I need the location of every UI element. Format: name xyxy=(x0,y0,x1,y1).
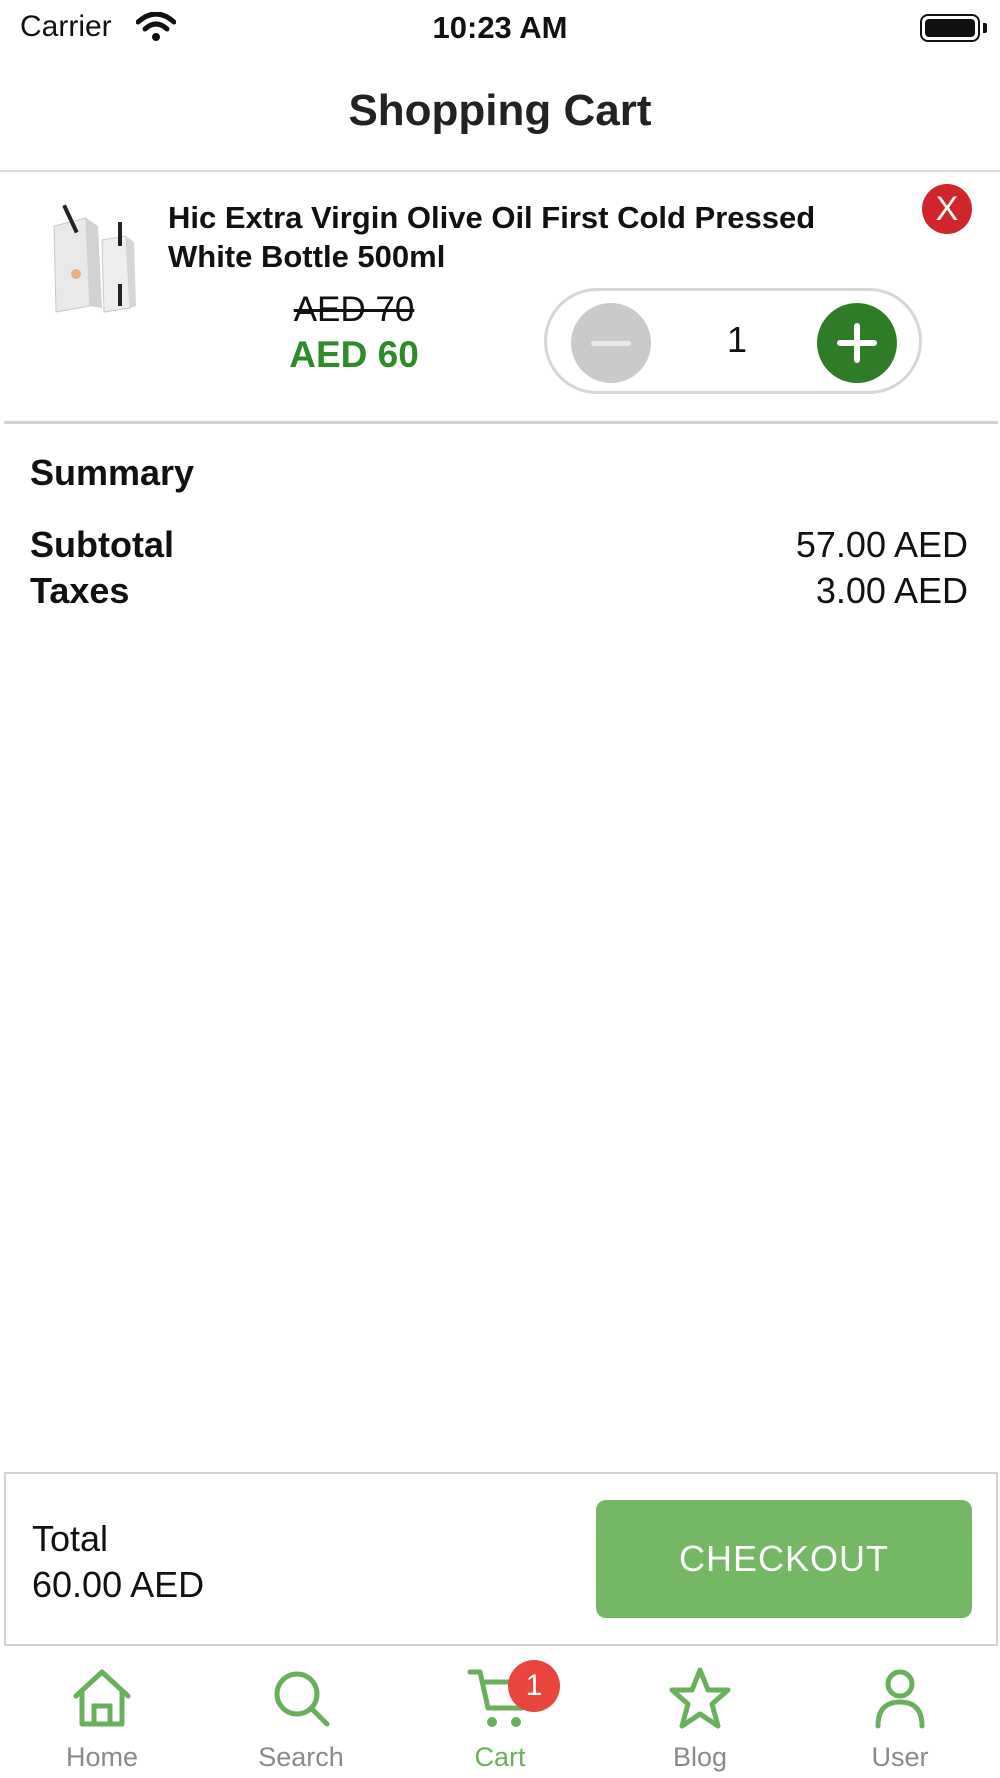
search-icon xyxy=(274,1671,330,1727)
tab-bar: Home Search Cart Blog User 1 xyxy=(0,1648,1000,1778)
tab-home-label: Home xyxy=(65,1742,139,1772)
summary-title: Summary xyxy=(30,452,195,493)
tab-blog[interactable]: Blog xyxy=(600,1648,800,1778)
tab-search-label: Search xyxy=(258,1742,344,1772)
product-image xyxy=(53,204,136,313)
tab-cart-label: Cart xyxy=(474,1742,526,1772)
decrease-quantity-button[interactable] xyxy=(571,303,651,383)
sale-price: AED 60 xyxy=(289,334,419,375)
cart-count-badge: 1 xyxy=(508,1660,560,1712)
page-title: Shopping Cart xyxy=(348,86,652,135)
checkout-bar: Total 60.00 AED CHECKOUT xyxy=(4,1472,998,1646)
taxes-label: Taxes xyxy=(30,570,130,611)
nav-header: Shopping Cart xyxy=(0,56,1000,172)
quantity-value: 1 xyxy=(726,319,748,360)
increase-quantity-button[interactable] xyxy=(817,303,897,383)
tab-cart[interactable]: Cart xyxy=(400,1648,600,1778)
subtotal-value: 57.00 AED xyxy=(795,524,968,565)
total-label: Total xyxy=(32,1518,109,1559)
battery-nub xyxy=(983,23,987,33)
user-icon xyxy=(875,1669,925,1729)
status-time: 10:23 AM xyxy=(432,10,568,45)
remove-item-button[interactable]: X xyxy=(922,184,972,234)
summary-row-taxes: Taxes 3.00 AED xyxy=(30,570,968,614)
tab-user[interactable]: User xyxy=(800,1648,1000,1778)
product-name[interactable]: Hic Extra Virgin Olive Oil First Cold Pr… xyxy=(168,198,868,276)
star-icon xyxy=(669,1667,731,1729)
tab-home[interactable]: Home xyxy=(2,1648,202,1778)
taxes-value: 3.00 AED xyxy=(815,570,968,611)
battery-icon xyxy=(920,14,980,42)
original-price: AED 70 xyxy=(293,290,415,329)
total-value: 60.00 AED xyxy=(32,1564,205,1605)
summary-row-subtotal: Subtotal 57.00 AED xyxy=(30,524,968,568)
subtotal-label: Subtotal xyxy=(30,524,174,565)
checkout-button[interactable]: CHECKOUT xyxy=(596,1500,972,1618)
tab-search[interactable]: Search xyxy=(201,1648,401,1778)
quantity-stepper: 1 xyxy=(544,288,922,394)
cart-item: Hic Extra Virgin Olive Oil First Cold Pr… xyxy=(4,174,998,424)
tab-blog-label: Blog xyxy=(672,1742,728,1772)
status-bar: Carrier 10:23 AM xyxy=(0,0,1000,56)
tab-user-label: User xyxy=(871,1742,929,1772)
home-icon xyxy=(73,1669,131,1727)
